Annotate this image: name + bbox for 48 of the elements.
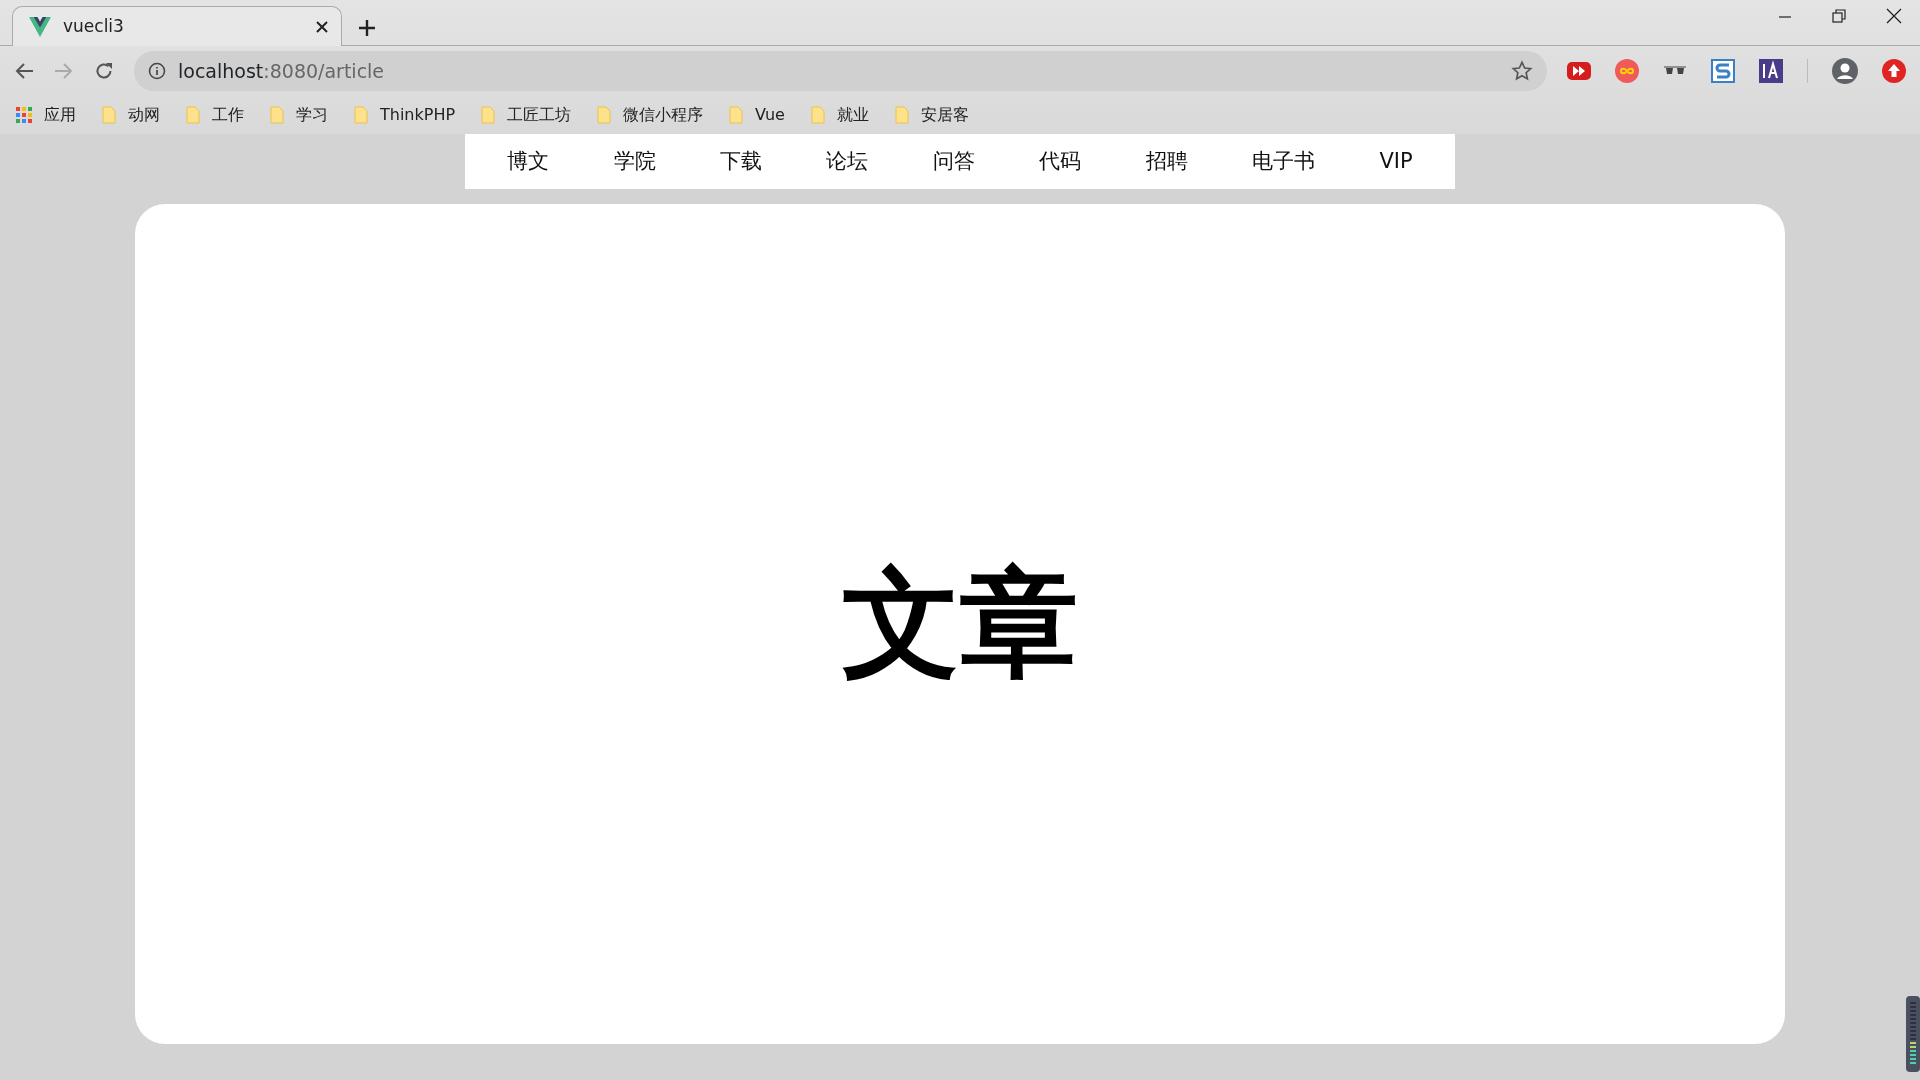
- info-icon: [148, 62, 166, 80]
- folder-icon: [729, 106, 744, 124]
- bookmark[interactable]: 工作: [186, 103, 244, 127]
- bookmark[interactable]: 工匠工坊: [481, 103, 572, 127]
- address-bar[interactable]: localhost:8080/article: [134, 51, 1547, 91]
- bookmark[interactable]: 安居客: [894, 103, 969, 127]
- bookmark[interactable]: 学习: [270, 103, 328, 127]
- infinity-icon[interactable]: [1615, 59, 1639, 83]
- folder-icon: [270, 106, 284, 124]
- folder-icon: [354, 106, 368, 124]
- v-logo-icon: [29, 16, 51, 37]
- nav-link[interactable]: 学院: [613, 145, 656, 178]
- nav-link[interactable]: 论坛: [826, 145, 869, 178]
- nav-link[interactable]: 招聘: [1145, 145, 1188, 178]
- bookmark[interactable]: 动网: [102, 103, 160, 127]
- bookmark[interactable]: ThinkPHP: [354, 103, 456, 127]
- nav-link[interactable]: 电子书: [1252, 145, 1316, 178]
- bookmark[interactable]: 就业: [810, 103, 869, 127]
- nav-link[interactable]: 代码: [1039, 145, 1082, 178]
- back-arrow-icon[interactable]: [14, 62, 34, 80]
- folder-icon: [894, 106, 909, 124]
- tab-title: vuecli3: [63, 14, 125, 38]
- nav-link[interactable]: 博文: [507, 145, 550, 178]
- restore-icon[interactable]: [1832, 8, 1846, 24]
- new-tab-plus-icon[interactable]: [358, 19, 376, 37]
- close-icon[interactable]: [1886, 8, 1902, 24]
- folder-icon: [186, 106, 200, 124]
- folder-icon: [481, 106, 496, 124]
- profile-icon[interactable]: [1832, 58, 1858, 84]
- nav-link[interactable]: 下载: [720, 145, 762, 178]
- page-heading: 文章: [842, 553, 1078, 695]
- close-icon[interactable]: [315, 19, 329, 34]
- bookmark[interactable]: 微信小程序: [597, 103, 704, 127]
- bookmark[interactable]: Vue: [729, 103, 785, 127]
- nav-link[interactable]: 问答: [932, 145, 975, 178]
- url-text: localhost:8080/article: [178, 58, 386, 84]
- bookmark[interactable]: 应用: [16, 103, 76, 127]
- nav-link[interactable]: VIP: [1379, 145, 1413, 178]
- star-icon[interactable]: [1511, 60, 1533, 82]
- s-logo-icon[interactable]: [1711, 59, 1735, 83]
- browser-tab[interactable]: vuecli3: [12, 6, 342, 46]
- ia-logo-icon[interactable]: [1759, 59, 1783, 83]
- folder-icon: [810, 106, 825, 124]
- fast-forward-icon[interactable]: [1567, 62, 1591, 80]
- folder-icon: [597, 106, 612, 124]
- apps-grid-icon: [16, 107, 32, 123]
- reload-icon[interactable]: [94, 61, 114, 81]
- folder-icon: [102, 106, 116, 124]
